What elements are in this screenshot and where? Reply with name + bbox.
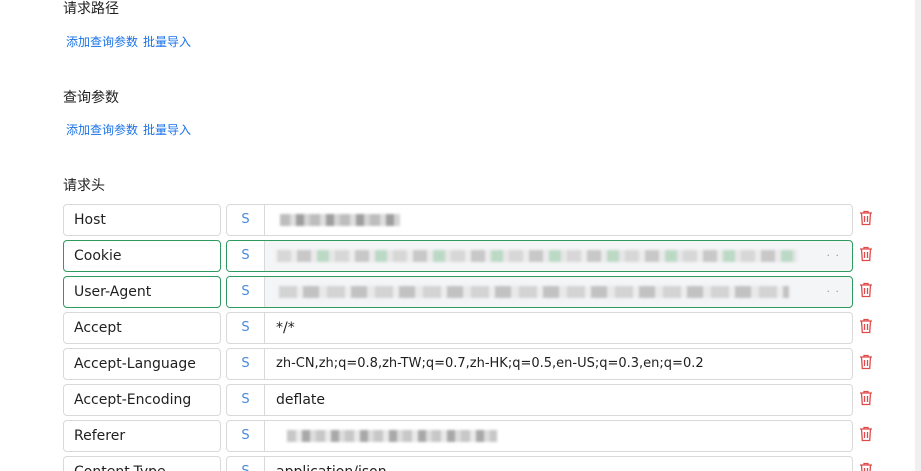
- header-value-text: */*: [276, 320, 295, 336]
- header-key-input[interactable]: Cookie: [63, 240, 221, 272]
- query-actions: 添加查询参数 批量导入: [66, 121, 191, 138]
- header-row: Referer S: [63, 420, 883, 452]
- header-key-input[interactable]: Referer: [63, 420, 221, 452]
- header-value-field[interactable]: S: [226, 420, 853, 452]
- header-row: Cookie S · ·: [63, 240, 883, 272]
- redacted-value: [277, 250, 797, 262]
- header-key-input[interactable]: Host: [63, 204, 221, 236]
- trash-icon[interactable]: [859, 210, 873, 228]
- header-value-field[interactable]: S · ·: [226, 276, 853, 308]
- overflow-ellipsis: · ·: [826, 285, 840, 298]
- bulk-import-link[interactable]: 批量导入: [143, 121, 191, 138]
- scrollbar-track[interactable]: [915, 0, 921, 471]
- add-query-param-link[interactable]: 添加查询参数: [66, 33, 138, 50]
- header-key-input[interactable]: Accept-Encoding: [63, 384, 221, 416]
- overflow-ellipsis: · ·: [826, 249, 840, 262]
- redacted-value: [287, 430, 497, 442]
- header-row: Content-Type S application/json: [63, 456, 883, 471]
- header-value-field[interactable]: S deflate: [226, 384, 853, 416]
- string-type-icon[interactable]: S: [227, 457, 265, 471]
- header-row: User-Agent S · ·: [63, 276, 883, 308]
- header-value-field[interactable]: S application/json: [226, 456, 853, 471]
- string-type-icon[interactable]: S: [227, 385, 265, 415]
- headers-list: Host S Cookie S · · User-Agent S · · Acc…: [63, 204, 883, 471]
- trash-icon[interactable]: [859, 282, 873, 300]
- header-value-field[interactable]: S: [226, 204, 853, 236]
- trash-icon[interactable]: [859, 318, 873, 336]
- string-type-icon[interactable]: S: [227, 205, 265, 235]
- bulk-import-link[interactable]: 批量导入: [143, 33, 191, 50]
- header-value-text: deflate: [276, 392, 325, 408]
- add-query-param-link[interactable]: 添加查询参数: [66, 121, 138, 138]
- redacted-value: [279, 286, 789, 298]
- trash-icon[interactable]: [859, 246, 873, 264]
- header-value-field[interactable]: S */*: [226, 312, 853, 344]
- header-value-field[interactable]: S zh-CN,zh;q=0.8,zh-TW;q=0.7,zh-HK;q=0.5…: [226, 348, 853, 380]
- header-value-field[interactable]: S · ·: [226, 240, 853, 272]
- string-type-icon[interactable]: S: [227, 241, 265, 271]
- section-title-headers: 请求头: [63, 178, 105, 194]
- header-key-input[interactable]: Accept: [63, 312, 221, 344]
- header-row: Accept S */*: [63, 312, 883, 344]
- header-key-input[interactable]: Content-Type: [63, 456, 221, 471]
- string-type-icon[interactable]: S: [227, 313, 265, 343]
- trash-icon[interactable]: [859, 426, 873, 444]
- path-actions: 添加查询参数 批量导入: [66, 33, 191, 50]
- header-row: Host S: [63, 204, 883, 236]
- string-type-icon[interactable]: S: [227, 421, 265, 451]
- header-row: Accept-Language S zh-CN,zh;q=0.8,zh-TW;q…: [63, 348, 883, 380]
- header-row: Accept-Encoding S deflate: [63, 384, 883, 416]
- string-type-icon[interactable]: S: [227, 349, 265, 379]
- trash-icon[interactable]: [859, 354, 873, 372]
- trash-icon[interactable]: [859, 390, 873, 408]
- header-value-text: application/json: [276, 457, 387, 471]
- redacted-value: [280, 214, 400, 226]
- section-title-query: 查询参数: [63, 90, 119, 106]
- string-type-icon[interactable]: S: [227, 277, 265, 307]
- trash-icon[interactable]: [859, 462, 873, 471]
- header-key-input[interactable]: Accept-Language: [63, 348, 221, 380]
- header-value-text: zh-CN,zh;q=0.8,zh-TW;q=0.7,zh-HK;q=0.5,e…: [276, 356, 704, 371]
- section-title-path: 请求路径: [63, 1, 119, 17]
- header-key-input[interactable]: User-Agent: [63, 276, 221, 308]
